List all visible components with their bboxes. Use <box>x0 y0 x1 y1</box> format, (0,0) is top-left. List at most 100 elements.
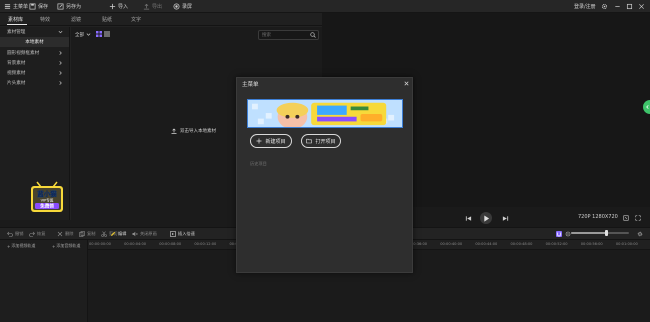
undo-icon <box>7 231 13 237</box>
plus-icon: + <box>7 243 11 249</box>
redo-icon <box>29 231 35 237</box>
fullscreen-icon <box>635 215 641 221</box>
chevron-left-icon <box>646 105 649 109</box>
save-as-icon <box>57 3 64 10</box>
chevron-right-icon <box>59 71 62 75</box>
magnet-icon[interactable] <box>556 231 562 237</box>
resolution-select[interactable]: 720P 1280X720 <box>578 214 618 220</box>
mascot-text-title: 蓝小猫 <box>37 189 57 198</box>
new-project-button[interactable]: 新建项目 <box>250 134 292 148</box>
filter-select-value: 全部 <box>75 32 84 38</box>
minimize-button[interactable] <box>614 2 621 11</box>
plus-icon <box>256 138 262 144</box>
window-close-button[interactable] <box>638 2 645 11</box>
sidebar-item-local-assets[interactable]: 本地素材 <box>0 37 69 47</box>
export-label: 导出 <box>152 4 163 10</box>
filter-select[interactable]: 全部 <box>75 30 93 39</box>
search-box <box>258 30 319 40</box>
maximize-icon <box>626 3 633 10</box>
timeline-tick-label: 00:00:08:00 <box>159 242 182 246</box>
tab-effects[interactable]: 特效 <box>40 16 50 23</box>
login-link[interactable]: 登录/注册 <box>574 2 596 11</box>
maximize-button[interactable] <box>626 2 633 11</box>
timeline-tick-label: 00:00:52:00 <box>545 242 568 246</box>
export-icon <box>143 3 150 10</box>
tab-filters[interactable]: 滤镜 <box>71 16 81 23</box>
import-hint[interactable]: 双击导入本地素材 <box>171 127 216 135</box>
recent-projects-label: 历史项目 <box>250 161 267 166</box>
delete-button[interactable]: 删除 <box>57 231 73 237</box>
vip-mascot-logo[interactable]: 蓝小猫 VIP专属 免费领 <box>29 180 65 214</box>
undo-button[interactable]: 撤销 <box>7 231 23 237</box>
sidebar-header-asset-management[interactable]: 素材管理 <box>0 27 69 37</box>
timeline-tick-label: 00:00:56:00 <box>580 242 603 246</box>
screenshot-button[interactable] <box>621 213 631 223</box>
add-audio-track-button[interactable]: + 添加音频轨道 <box>52 243 80 249</box>
open-project-button[interactable]: 打开项目 <box>301 134 341 148</box>
sidebar-item-label: 本地素材 <box>25 40 44 45</box>
disable-original-label: 关闭原画 <box>140 231 157 236</box>
record-label: 录屏 <box>182 4 193 10</box>
sidebar-item-intros[interactable]: 片头素材 <box>0 78 69 88</box>
dialog-title: 主菜单 <box>242 82 259 88</box>
edit-icon <box>111 231 116 236</box>
edit-button[interactable]: 编辑 <box>110 231 126 237</box>
tab-stickers[interactable]: 贴纸 <box>102 16 112 23</box>
edit-label: 编辑 <box>118 231 127 236</box>
timeline-tick-label: 00:00:12:00 <box>194 242 217 246</box>
tab-library[interactable]: 素材库 <box>8 16 23 23</box>
play-button[interactable] <box>480 212 492 224</box>
copy-button[interactable]: 复制 <box>79 231 95 237</box>
save-button[interactable]: 保存 <box>29 2 48 11</box>
sidebar-item-backgrounds[interactable]: 背景素材 <box>0 58 69 68</box>
crop-icon <box>623 215 629 221</box>
timeline-tick-label: 00:00:48:00 <box>510 242 533 246</box>
timeline-tick-label: 00:00:40:00 <box>440 242 463 246</box>
chevron-right-icon <box>59 81 62 85</box>
grid-view-icon[interactable] <box>96 31 102 37</box>
open-project-label: 打开项目 <box>315 138 336 145</box>
track-header-panel: + 添加视频轨道 + 添加音频轨道 <box>0 240 88 322</box>
save-label: 保存 <box>38 4 49 10</box>
search-icon[interactable] <box>310 32 316 38</box>
next-frame-button[interactable] <box>500 213 510 223</box>
fullscreen-button[interactable] <box>633 213 643 223</box>
copy-label: 复制 <box>87 231 96 236</box>
minimize-icon <box>615 6 620 7</box>
previous-frame-button[interactable] <box>463 213 473 223</box>
timeline-tick-label: 00:00:44:00 <box>475 242 498 246</box>
plus-icon: + <box>52 243 56 249</box>
mascot-text-free: 免费领 <box>40 203 54 210</box>
list-view-icon[interactable] <box>104 31 110 37</box>
sidebar-item-videos[interactable]: 视频素材 <box>0 68 69 78</box>
media-tabs: 素材库 特效 滤镜 贴纸 文字 <box>0 13 322 26</box>
sidebar-item-circle-frames[interactable]: 圆形视频框素材 <box>0 48 69 58</box>
settings-button[interactable] <box>601 2 608 11</box>
zoom-slider[interactable] <box>571 230 629 236</box>
folder-icon <box>306 138 313 144</box>
main-menu-button[interactable]: 主菜单 <box>4 2 28 11</box>
disable-original-button[interactable]: 关闭原画 <box>132 231 157 237</box>
media-filter-bar: 全部 <box>71 29 322 41</box>
record-icon <box>173 3 180 10</box>
insert-speed-button[interactable]: 插入倍速 <box>170 231 195 237</box>
chevron-right-icon <box>59 61 62 65</box>
sidebar-item-label: 片头素材 <box>7 81 26 86</box>
record-button[interactable]: 录屏 <box>173 2 192 11</box>
search-input[interactable] <box>262 31 308 39</box>
gear-icon[interactable] <box>637 231 643 237</box>
mascot-text-sub: VIP专属 <box>41 198 54 203</box>
floating-assistant-button[interactable] <box>643 100 650 114</box>
import-button[interactable]: 导入 <box>109 2 128 11</box>
plus-icon <box>109 3 116 10</box>
save-as-button[interactable]: 另存为 <box>57 2 81 11</box>
promo-banner[interactable] <box>247 99 403 128</box>
tab-text[interactable]: 文字 <box>131 16 141 23</box>
redo-label: 恢复 <box>37 231 46 236</box>
close-icon <box>639 4 644 9</box>
close-icon[interactable] <box>403 80 410 87</box>
add-video-track-button[interactable]: + 添加视频轨道 <box>7 243 35 249</box>
play-icon <box>484 214 490 222</box>
redo-button[interactable]: 恢复 <box>29 231 45 237</box>
export-button[interactable]: 导出 <box>143 2 162 11</box>
